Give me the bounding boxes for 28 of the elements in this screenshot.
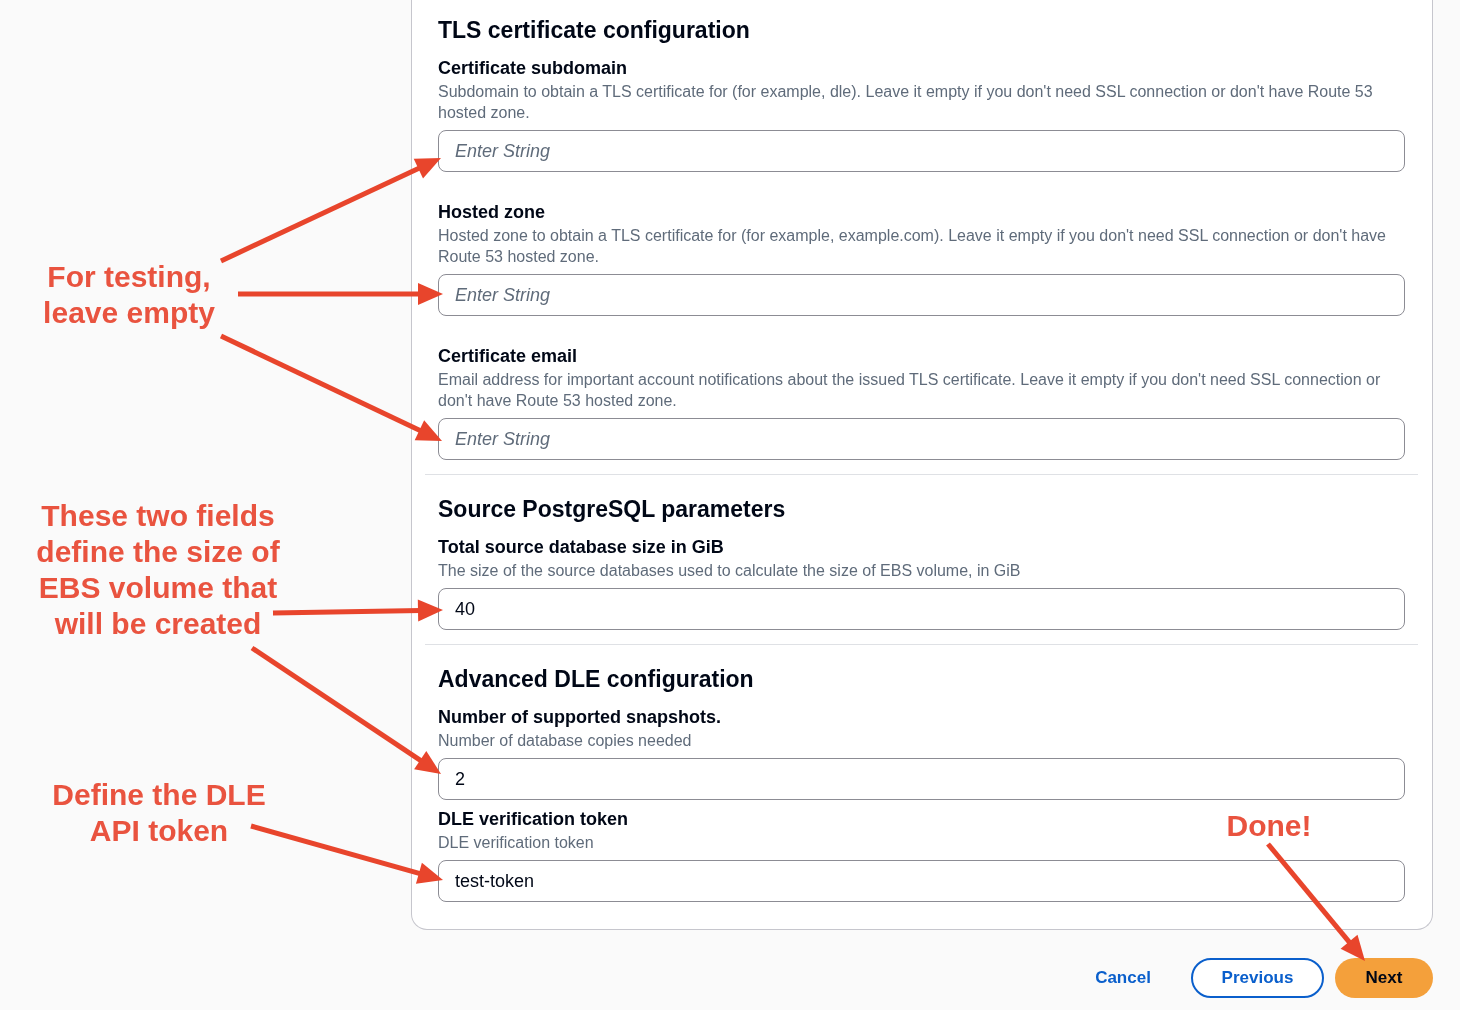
annotation-text: These two fields define the size of EBS volume that will be created	[36, 498, 280, 642]
field-description: Subdomain to obtain a TLS certificate for (for example, dle). Leave it empty if you don't need SSL connection or don't have Route 53 hosted zone.	[438, 82, 1374, 123]
next-button[interactable]: Next	[1335, 958, 1433, 998]
text-input[interactable]: 40	[438, 588, 1405, 630]
annotation-text: Define the DLE API token	[52, 777, 266, 849]
field-label: Certificate subdomain	[438, 57, 628, 79]
text-input[interactable]: Enter String	[438, 418, 1405, 460]
text-input[interactable]: test-token	[438, 860, 1405, 902]
field-label: Hosted zone	[438, 201, 545, 223]
field-description: The size of the source databases used to calculate the size of EBS volume, in GiB	[438, 561, 1021, 581]
annotation-text: For testing, leave empty	[43, 259, 215, 331]
field-label: Total source database size in GiB	[438, 536, 724, 558]
field-description: Number of database copies needed	[438, 731, 692, 751]
field-label: Number of supported snapshots.	[438, 706, 722, 728]
field-description: DLE verification token	[438, 833, 594, 853]
section-heading: Advanced DLE configuration	[438, 665, 754, 693]
field-description: Hosted zone to obtain a TLS certificate for (for example, example.com). Leave it empty if you don't need SSL connection or don't have Route 53 hosted zone.	[438, 226, 1387, 267]
text-input[interactable]: 2	[438, 758, 1405, 800]
cancel-link[interactable]: Cancel	[1078, 958, 1168, 998]
text-input[interactable]: Enter String	[438, 274, 1405, 316]
text-input[interactable]: Enter String	[438, 130, 1405, 172]
field-label: DLE verification token	[438, 808, 629, 830]
section-heading: TLS certificate configuration	[438, 16, 750, 44]
section-heading: Source PostgreSQL parameters	[438, 495, 786, 523]
field-label: Certificate email	[438, 345, 578, 367]
annotation-text: Done!	[1226, 808, 1312, 844]
field-description: Email address for important account notifications about the issued TLS certificate. Leave it empty if you don't need SSL connection or don't have Route 53 hosted zone.	[438, 370, 1382, 411]
previous-button[interactable]: Previous	[1191, 958, 1324, 998]
